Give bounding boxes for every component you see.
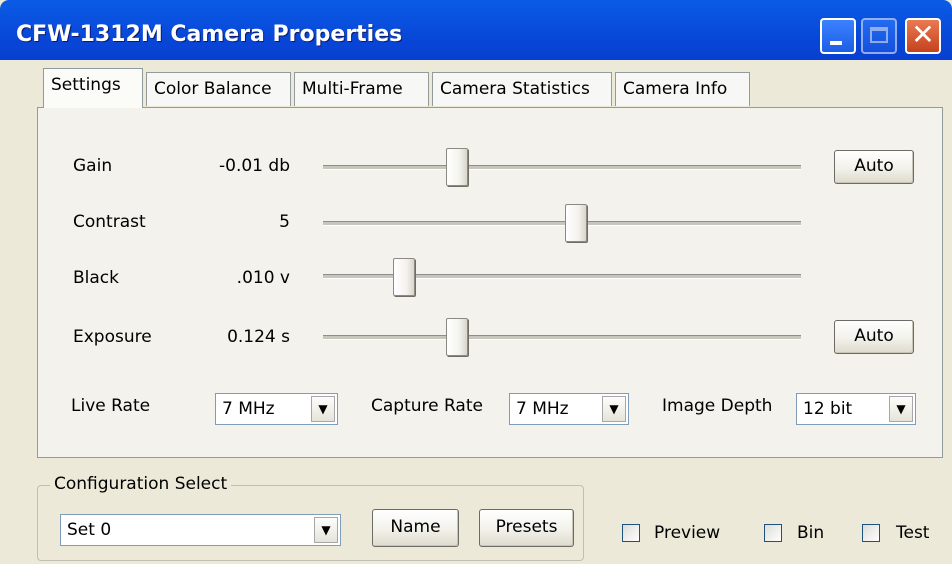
maximize-button[interactable] (861, 18, 897, 54)
configuration-select[interactable]: Set 0 ▼ (60, 514, 341, 546)
chevron-down-icon[interactable]: ▼ (314, 517, 338, 543)
tab-label: Camera Statistics (440, 79, 590, 99)
black-value: .010 v (236, 268, 290, 288)
image-depth-select[interactable]: 12 bit ▼ (796, 393, 916, 425)
minimize-icon (830, 41, 842, 45)
black-label: Black (73, 268, 119, 288)
tab-label: Settings (51, 75, 121, 95)
preview-checkbox[interactable] (622, 524, 640, 542)
tab-multi-frame[interactable]: Multi-Frame (294, 72, 429, 106)
contrast-slider-thumb[interactable] (565, 204, 588, 242)
gain-label: Gain (73, 156, 113, 176)
tab-camera-statistics[interactable]: Camera Statistics (432, 72, 612, 106)
gain-auto-button[interactable]: Auto (834, 150, 914, 184)
gain-slider-track[interactable] (323, 165, 801, 170)
tab-label: Color Balance (154, 79, 272, 99)
contrast-slider-track[interactable] (323, 221, 801, 226)
presets-button[interactable]: Presets (479, 509, 574, 547)
image-depth-value: 12 bit (803, 399, 853, 419)
tab-settings[interactable]: Settings (43, 68, 143, 108)
tab-camera-info[interactable]: Camera Info (615, 72, 750, 106)
black-slider-thumb[interactable] (393, 258, 416, 296)
live-rate-select[interactable]: 7 MHz ▼ (215, 393, 338, 425)
chevron-down-icon[interactable]: ▼ (602, 396, 626, 422)
tab-label: Multi-Frame (302, 79, 403, 99)
close-button[interactable]: ✕ (905, 18, 941, 54)
gain-value: -0.01 db (219, 156, 290, 176)
capture-rate-value: 7 MHz (516, 399, 569, 419)
exposure-value: 0.124 s (227, 327, 290, 347)
tab-label: Camera Info (623, 79, 728, 99)
chevron-down-icon[interactable]: ▼ (889, 396, 913, 422)
name-button[interactable]: Name (372, 509, 459, 547)
gain-slider-thumb[interactable] (445, 148, 468, 186)
live-rate-value: 7 MHz (222, 399, 275, 419)
configuration-caption: Configuration Select (50, 474, 232, 494)
maximize-icon (870, 27, 888, 43)
capture-rate-label: Capture Rate (371, 396, 483, 416)
close-icon: ✕ (911, 18, 935, 51)
preview-label: Preview (654, 523, 721, 543)
test-label: Test (896, 523, 930, 543)
contrast-label: Contrast (73, 212, 146, 232)
tab-color-balance[interactable]: Color Balance (146, 72, 291, 106)
contrast-value: 5 (279, 212, 290, 232)
live-rate-label: Live Rate (71, 396, 151, 416)
image-depth-label: Image Depth (662, 396, 773, 416)
configuration-value: Set 0 (67, 520, 112, 540)
bin-label: Bin (797, 523, 825, 543)
capture-rate-select[interactable]: 7 MHz ▼ (509, 393, 629, 425)
exposure-slider-thumb[interactable] (445, 318, 468, 356)
minimize-button[interactable] (820, 18, 856, 54)
window-title: CFW-1312M Camera Properties (16, 22, 403, 47)
exposure-label: Exposure (73, 327, 152, 347)
chevron-down-icon[interactable]: ▼ (311, 396, 335, 422)
test-checkbox[interactable] (862, 524, 880, 542)
exposure-auto-button[interactable]: Auto (834, 320, 914, 354)
bin-checkbox[interactable] (764, 524, 782, 542)
exposure-slider-track[interactable] (323, 335, 801, 340)
